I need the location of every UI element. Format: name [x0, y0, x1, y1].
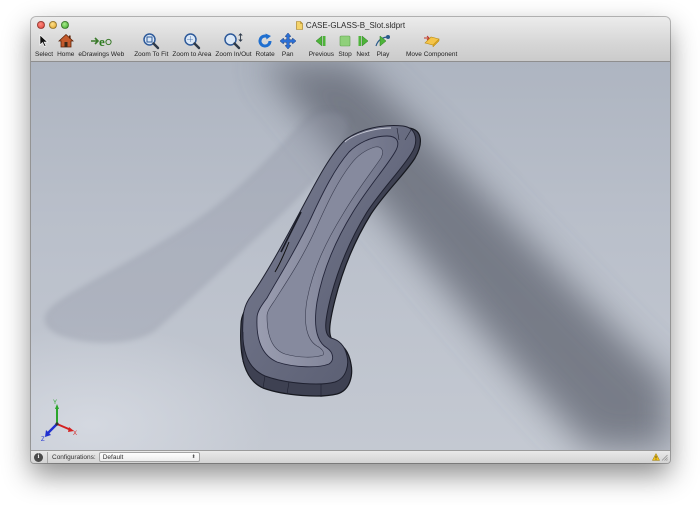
previous-icon [315, 35, 326, 47]
rotate-icon [258, 33, 272, 48]
model-view[interactable]: Y X Z [31, 62, 670, 450]
edrawings-web-label: eDrawings Web [78, 51, 125, 58]
title-bar: CASE-GLASS-B_Slot.sldprt Select Home e e… [31, 17, 670, 62]
play-button[interactable]: Play [372, 31, 394, 59]
status-bar: i Configurations: Default ⬍ [31, 450, 670, 463]
edrawings-window: CASE-GLASS-B_Slot.sldprt Select Home e e… [31, 17, 670, 463]
info-icon[interactable]: i [34, 452, 43, 462]
next-icon [358, 35, 369, 47]
stop-label: Stop [338, 51, 352, 58]
arrow-pointer-icon [39, 34, 49, 47]
warning-icon[interactable] [652, 453, 660, 461]
zoom-to-area-icon [184, 33, 201, 50]
next-label: Next [356, 51, 370, 58]
move-component-icon [423, 35, 440, 48]
zoom-to-fit-label: Zoom To Fit [134, 51, 169, 58]
graphics-viewport[interactable]: Y X Z [31, 62, 670, 450]
pan-label: Pan [281, 51, 294, 58]
configuration-select[interactable]: Default ⬍ [98, 452, 200, 462]
play-icon [375, 35, 390, 47]
pan-icon [279, 32, 297, 50]
svg-text:e: e [99, 34, 105, 49]
stop-icon [339, 35, 351, 47]
select-button[interactable]: Select [33, 31, 55, 59]
triad-z-label: Z [41, 437, 45, 443]
stop-button[interactable]: Stop [336, 31, 354, 59]
zoom-to-fit-icon [143, 33, 160, 50]
edrawings-web-button[interactable]: e eDrawings Web [76, 31, 126, 59]
home-icon [57, 33, 74, 48]
toolbar: Select Home e eDrawings Web Zoom To Fit … [33, 31, 459, 61]
select-label: Select [35, 51, 54, 58]
next-button[interactable]: Next [354, 31, 372, 59]
previous-label: Previous [308, 51, 334, 58]
configurations-label: Configurations: [52, 453, 96, 461]
zoom-to-area-label: Zoom to Area [172, 51, 212, 58]
rotate-label: Rotate [255, 51, 275, 58]
move-component-label: Move Component [406, 51, 458, 58]
chevron-updown-icon: ⬍ [191, 454, 196, 460]
part-document-icon [296, 20, 303, 30]
status-separator [47, 451, 48, 463]
configuration-value: Default [102, 453, 124, 461]
window-title: CASE-GLASS-B_Slot.sldprt [31, 19, 670, 31]
move-component-button[interactable]: Move Component [404, 31, 459, 59]
triad-x-label: X [73, 431, 77, 437]
zoom-to-area-button[interactable]: Zoom to Area [170, 31, 213, 59]
edrawings-web-icon: e [91, 34, 112, 49]
resize-grip-icon[interactable] [661, 454, 668, 461]
home-label: Home [57, 51, 75, 58]
rotate-button[interactable]: Rotate [254, 31, 277, 59]
play-label: Play [376, 51, 390, 58]
home-button[interactable]: Home [55, 31, 76, 59]
window-title-text: CASE-GLASS-B_Slot.sldprt [305, 20, 406, 30]
pan-button[interactable]: Pan [277, 31, 299, 59]
zoom-to-fit-button[interactable]: Zoom To Fit [132, 31, 170, 59]
zoom-in-out-icon [224, 33, 244, 50]
zoom-in-out-label: Zoom In/Out [215, 51, 252, 58]
triad-y-label: Y [53, 400, 57, 406]
previous-button[interactable]: Previous [307, 31, 336, 59]
zoom-in-out-button[interactable]: Zoom In/Out [213, 31, 253, 59]
